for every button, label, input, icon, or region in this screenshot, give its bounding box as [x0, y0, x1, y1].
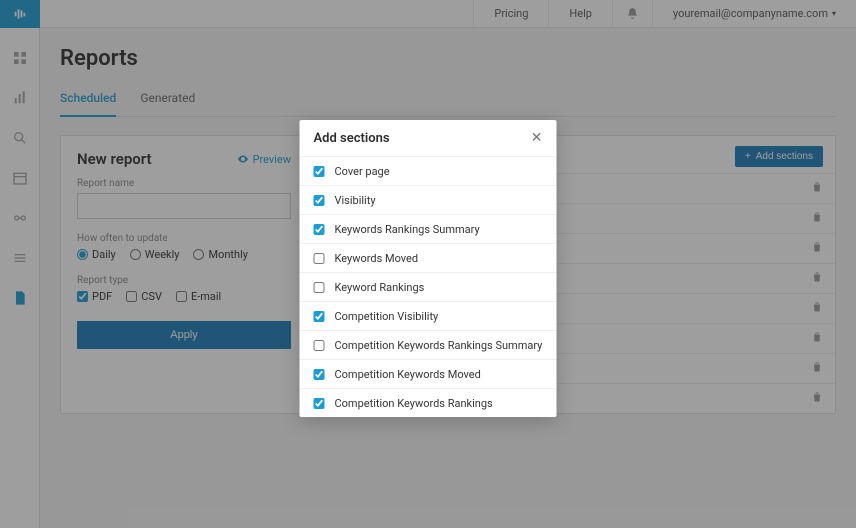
option-checkbox[interactable]: [314, 282, 325, 293]
option-label: Competition Keywords Moved: [335, 368, 481, 381]
modal-option[interactable]: Visibility: [300, 185, 557, 214]
modal-option[interactable]: Cover page: [300, 156, 557, 185]
option-label: Competition Keywords Rankings: [335, 397, 493, 410]
option-checkbox[interactable]: [314, 224, 325, 235]
option-label: Keywords Moved: [335, 252, 419, 265]
option-checkbox[interactable]: [314, 195, 325, 206]
option-label: Cover page: [335, 165, 390, 178]
modal-option[interactable]: Keyword Rankings: [300, 272, 557, 301]
option-label: Keywords Rankings Summary: [335, 223, 480, 236]
modal-option[interactable]: Competition Keywords Rankings: [300, 388, 557, 417]
option-label: Competition Visibility: [335, 310, 439, 323]
modal-option[interactable]: Competition Visibility: [300, 301, 557, 330]
modal-title: Add sections: [314, 131, 390, 146]
modal-option[interactable]: Competition Keywords Rankings Summary: [300, 330, 557, 359]
modal-option[interactable]: Keywords Moved: [300, 243, 557, 272]
option-checkbox[interactable]: [314, 311, 325, 322]
modal-option[interactable]: Keywords Rankings Summary: [300, 214, 557, 243]
option-label: Competition Keywords Rankings Summary: [335, 339, 543, 352]
option-label: Keyword Rankings: [335, 281, 425, 294]
option-checkbox[interactable]: [314, 166, 325, 177]
option-checkbox[interactable]: [314, 369, 325, 380]
close-icon[interactable]: ✕: [531, 130, 543, 146]
option-checkbox[interactable]: [314, 340, 325, 351]
add-sections-modal: Add sections ✕ Cover page Visibility Keywo…: [300, 120, 557, 417]
option-checkbox[interactable]: [314, 253, 325, 264]
option-checkbox[interactable]: [314, 398, 325, 409]
option-label: Visibility: [335, 194, 376, 207]
modal-option[interactable]: Competition Keywords Moved: [300, 359, 557, 388]
